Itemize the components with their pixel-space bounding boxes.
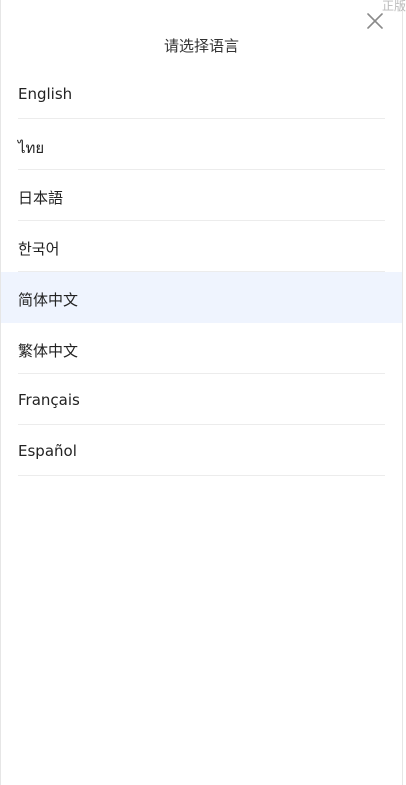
language-item-spanish[interactable]: Español [1,425,402,476]
dialog-header: 请选择语言 [1,0,402,68]
language-label: Français [18,391,80,409]
language-label: English [18,85,73,103]
language-item-english[interactable]: English [1,68,402,119]
language-label: Español [18,442,77,460]
language-label: 한국어 [18,240,60,258]
close-icon [367,13,383,29]
corner-text: 正版 [381,0,406,13]
language-item-thai[interactable]: ไทย [1,119,402,170]
language-item-japanese[interactable]: 日本語 [1,170,402,221]
divider [18,475,385,476]
language-label: 日本語 [18,189,64,207]
language-item-korean[interactable]: 한국어 [1,221,402,272]
language-item-traditional-chinese[interactable]: 繁体中文 [1,323,402,374]
language-label: ไทย [18,139,45,157]
language-label: 简体中文 [18,291,79,309]
language-picker-panel: 请选择语言 English ไทย 日本語 한국어 简体中文 繁体中文 Fran… [0,0,403,785]
close-button[interactable] [364,10,386,32]
language-label: 繁体中文 [18,342,79,360]
language-item-simplified-chinese[interactable]: 简体中文 [1,272,402,323]
language-list: English ไทย 日本語 한국어 简体中文 繁体中文 Français E… [1,68,402,476]
language-item-french[interactable]: Français [1,374,402,425]
dialog-title: 请选择语言 [163,37,239,55]
